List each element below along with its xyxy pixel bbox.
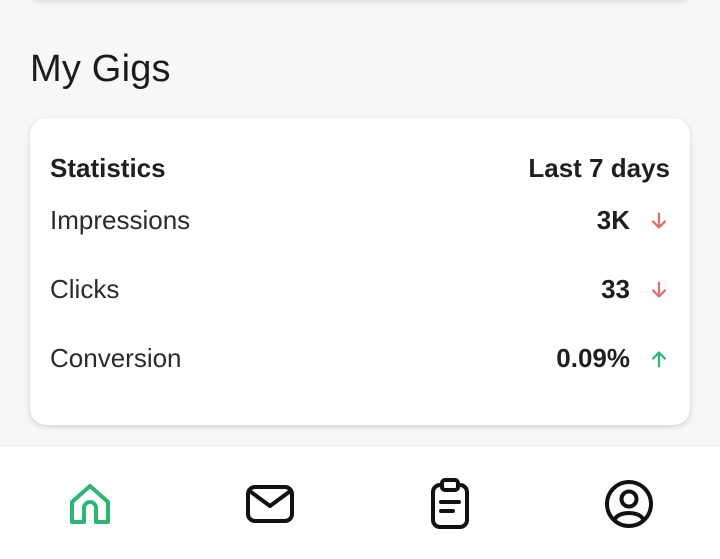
stat-value: 33	[601, 274, 630, 304]
statistics-title: Statistics	[50, 152, 166, 183]
arrow-down-icon	[651, 281, 667, 298]
nav-home[interactable]	[62, 476, 118, 532]
stat-value: 0.09%	[556, 343, 630, 373]
stat-value: 3K	[596, 205, 630, 235]
clipboard-icon	[431, 478, 469, 529]
stat-row-impressions: Impressions 3K	[50, 186, 670, 255]
stat-label: Conversion	[50, 343, 182, 373]
statistics-period[interactable]: Last 7 days	[528, 153, 670, 184]
nav-profile[interactable]	[601, 476, 657, 532]
nav-orders[interactable]	[422, 476, 478, 532]
stat-row-clicks: Clicks 33	[50, 255, 670, 324]
user-circle-icon	[605, 480, 653, 528]
statistics-card: Statistics Last 7 days Impressions 3K Cl…	[30, 118, 690, 425]
mail-icon	[246, 485, 294, 523]
nav-messages[interactable]	[242, 476, 298, 532]
arrow-down-icon	[651, 212, 667, 229]
section-title: My Gigs	[30, 48, 171, 90]
bottom-navigation	[0, 445, 720, 559]
stat-row-conversion: Conversion 0.09%	[50, 324, 670, 393]
arrow-up-icon	[651, 350, 667, 367]
stat-label: Impressions	[50, 205, 191, 235]
stat-label: Clicks	[50, 274, 120, 304]
home-icon	[70, 484, 110, 524]
